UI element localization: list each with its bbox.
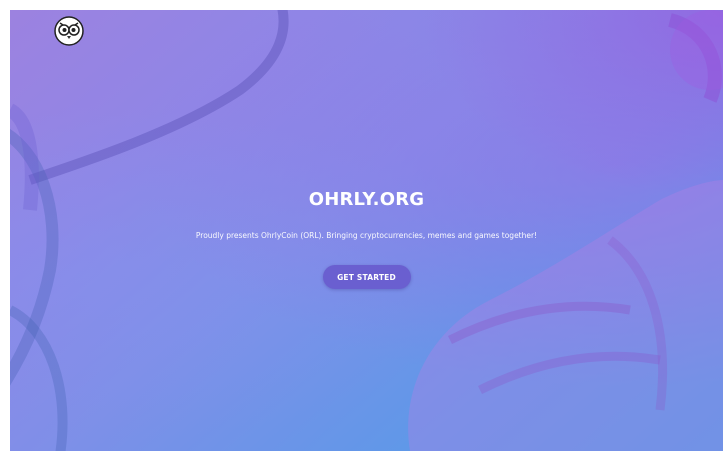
page-viewport: OHRLY.ORG Proudly presents OhrlyCoin (OR… (0, 0, 723, 451)
owl-logo-icon[interactable] (54, 16, 84, 46)
hero-section: OHRLY.ORG Proudly presents OhrlyCoin (OR… (10, 10, 723, 451)
hero-content: OHRLY.ORG Proudly presents OhrlyCoin (OR… (10, 186, 723, 289)
get-started-button[interactable]: GET STARTED (322, 265, 411, 289)
site-tagline: Proudly presents OhrlyCoin (ORL). Bringi… (195, 231, 538, 240)
site-title: OHRLY.ORG (308, 189, 425, 210)
